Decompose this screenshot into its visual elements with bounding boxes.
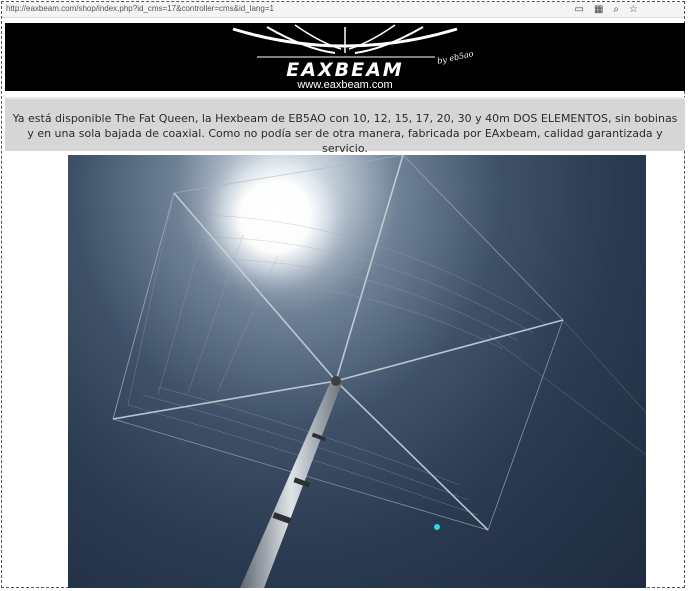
browser-window: http://eaxbeam.com/shop/index.php?id_cms…: [1, 1, 685, 588]
address-bar[interactable]: http://eaxbeam.com/shop/index.php?id_cms…: [2, 2, 684, 18]
qr-code-icon[interactable]: ▦: [594, 3, 603, 16]
zoom-icon[interactable]: ⌕: [613, 3, 619, 16]
url-text[interactable]: http://eaxbeam.com/shop/index.php?id_cms…: [6, 4, 274, 13]
address-bar-actions: ▭ ▦ ⌕ ☆: [575, 3, 638, 16]
site-url-text: www.eaxbeam.com: [297, 79, 393, 91]
antenna-illustration: [112, 155, 646, 588]
announcement-box: Ya está disponible The Fat Queen, la Hex…: [5, 97, 685, 155]
announcement-text: Ya está disponible The Fat Queen, la Hex…: [12, 112, 678, 155]
bookmark-star-icon[interactable]: ☆: [629, 3, 638, 16]
brand-logo: EAXBEAM: [286, 59, 404, 81]
hexbeam-antenna-photo: [68, 155, 646, 588]
reader-icon[interactable]: ▭: [575, 3, 584, 16]
site-header-banner[interactable]: EAXBEAM by eb5ao www.eaxbeam.com: [5, 23, 685, 91]
